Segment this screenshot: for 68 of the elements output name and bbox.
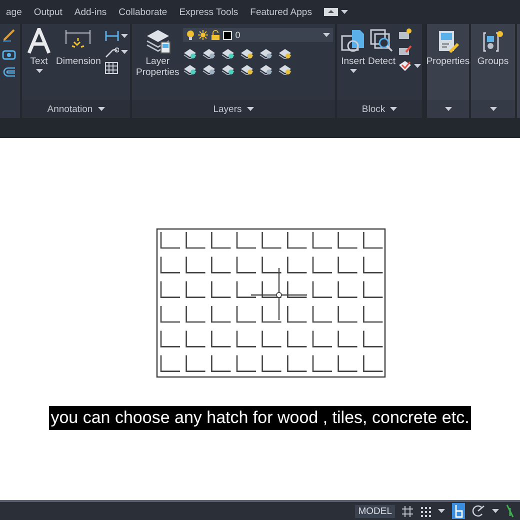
ribbon-tab[interactable]: Express Tools — [173, 6, 244, 18]
insert-button[interactable]: Insert — [341, 28, 365, 73]
layer-tool-icon[interactable] — [278, 47, 292, 59]
caret-icon — [120, 34, 128, 38]
layer-tool-icon[interactable] — [183, 47, 198, 59]
linear-dimension-icon[interactable] — [104, 30, 119, 42]
snap-grid-icon[interactable] — [420, 506, 431, 516]
padlock-icon — [211, 30, 220, 40]
ribbon-tab[interactable]: age — [0, 6, 28, 18]
grid-icon[interactable] — [402, 506, 413, 516]
caret-icon — [414, 64, 422, 68]
color-swatch-icon — [223, 30, 232, 40]
layer-tool-icon[interactable] — [240, 47, 254, 59]
layer-tool-icon[interactable] — [221, 47, 236, 59]
properties-icon — [437, 30, 459, 54]
toggle-icon[interactable] — [324, 8, 338, 16]
group-icon — [482, 30, 504, 54]
layer-tool-icon[interactable] — [259, 47, 274, 59]
layer-tool-icon[interactable] — [221, 63, 236, 75]
caret-icon — [98, 107, 105, 111]
ribbon-tab[interactable]: Featured Apps — [244, 6, 318, 18]
caret-icon — [246, 107, 254, 111]
layer-tool-icon[interactable] — [278, 63, 292, 75]
caret-icon — [350, 69, 356, 73]
ortho-icon[interactable] — [452, 503, 465, 519]
brush-icon[interactable] — [2, 28, 16, 42]
camera-icon[interactable] — [2, 48, 16, 60]
caret-icon — [340, 10, 348, 14]
layer-tool-icon[interactable] — [259, 63, 274, 75]
caret-icon — [444, 107, 452, 111]
text-button[interactable]: Text — [26, 28, 52, 73]
block-check-icon[interactable] — [398, 60, 412, 72]
panel-title[interactable]: Block — [362, 104, 386, 114]
leader-icon[interactable] — [104, 46, 119, 58]
model-button[interactable]: MODEL — [355, 504, 395, 518]
ribbon-tab[interactable]: Add-ins — [68, 6, 113, 18]
subtitle-caption: you can choose any hatch for wood , tiles, concrete etc. — [48, 406, 472, 430]
isodraft-icon[interactable] — [506, 504, 514, 518]
layer-properties-button[interactable]: Layer Properties — [136, 28, 180, 78]
caret-icon — [36, 69, 42, 73]
polar-tracking-icon[interactable] — [472, 505, 485, 517]
caret-icon — [120, 50, 128, 54]
layer-tool-icon[interactable] — [240, 63, 254, 75]
layer-tool-icon[interactable] — [202, 63, 216, 75]
lightbulb-icon — [186, 30, 196, 40]
detect-button[interactable]: Detect — [368, 28, 396, 67]
block-edit-icon[interactable] — [398, 44, 412, 56]
block-attribute-icon[interactable] — [398, 28, 412, 40]
magnifier-icon — [370, 28, 394, 54]
caret-icon — [390, 107, 398, 111]
layer-tool-icon[interactable] — [183, 63, 198, 75]
layer-tool-icon[interactable] — [202, 47, 216, 59]
panel-title[interactable]: Layers — [213, 104, 242, 114]
offset-icon[interactable] — [2, 66, 16, 78]
caret-icon — [438, 509, 445, 513]
caret-icon — [492, 509, 499, 513]
caret-icon — [490, 107, 496, 111]
ribbon-tab[interactable]: Collaborate — [112, 6, 174, 18]
layers-icon — [144, 28, 171, 54]
caret-icon — [323, 33, 330, 37]
layer-dropdown[interactable]: 0 — [183, 28, 334, 42]
table-icon[interactable] — [104, 62, 118, 74]
crosshair-icon — [251, 268, 307, 320]
dimension-button[interactable]: Dimension — [56, 28, 101, 67]
letter-icon — [26, 28, 52, 54]
ribbon-tab[interactable]: Output — [28, 6, 68, 18]
sun-icon — [198, 30, 208, 40]
insert-block-icon — [341, 28, 365, 54]
